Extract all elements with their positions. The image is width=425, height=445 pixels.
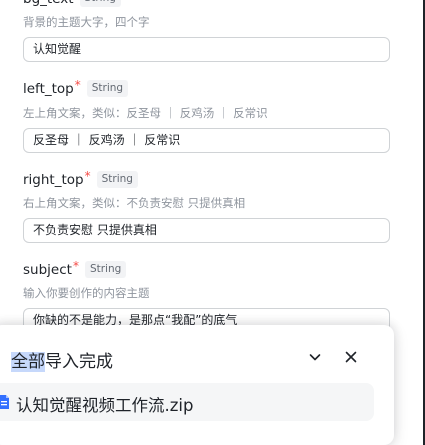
- subject-param-name: subject: [23, 261, 72, 278]
- close-icon[interactable]: [343, 349, 359, 365]
- left-top-param-name: left_top: [23, 80, 74, 97]
- subject-label-row: subject * String: [23, 258, 127, 278]
- right-top-label-row: right_top * String: [23, 168, 138, 188]
- bg-text-label-row: bg_text String: [23, 0, 121, 7]
- bg-text-param-name: bg_text: [23, 0, 74, 7]
- right-top-description: 右上角文案，类似：不负责安慰 只提供真相: [23, 196, 246, 210]
- left-top-input[interactable]: 反圣母 ｜ 反鸡汤 ｜ 反常识: [23, 128, 390, 153]
- file-icon: [0, 395, 9, 409]
- imported-file-row[interactable]: 认知觉醒视频工作流.zip: [0, 383, 374, 421]
- import-complete-toast: 全部导入完成 认知觉醒视频工作流.zip: [0, 325, 394, 445]
- required-marker: *: [74, 77, 81, 92]
- right-top-type-badge: String: [96, 171, 138, 188]
- chevron-down-icon[interactable]: [307, 349, 323, 365]
- required-marker: *: [84, 168, 91, 183]
- left-top-label-row: left_top * String: [23, 77, 129, 97]
- required-marker: *: [72, 258, 79, 273]
- right-top-param-name: right_top: [23, 171, 84, 188]
- right-top-input[interactable]: 不负责安慰 只提供真相: [23, 218, 390, 243]
- subject-type-badge: String: [84, 261, 127, 278]
- imported-file-name: 认知觉醒视频工作流.zip: [16, 396, 194, 415]
- left-top-type-badge: String: [86, 80, 129, 97]
- bg-text-description: 背景的主题大字，四个字: [23, 15, 150, 29]
- toast-title-highlight: 全部: [11, 352, 45, 372]
- toast-title: 全部导入完成: [11, 347, 113, 372]
- bg-text-type-badge: String: [79, 0, 121, 7]
- bg-text-input[interactable]: 认知觉醒: [23, 37, 390, 62]
- subject-description: 输入你要创作的内容主题: [23, 286, 150, 300]
- toast-title-rest: 导入完成: [45, 352, 113, 372]
- left-top-description: 左上角文案，类似：反圣母 ｜ 反鸡汤 ｜ 反常识: [23, 106, 268, 120]
